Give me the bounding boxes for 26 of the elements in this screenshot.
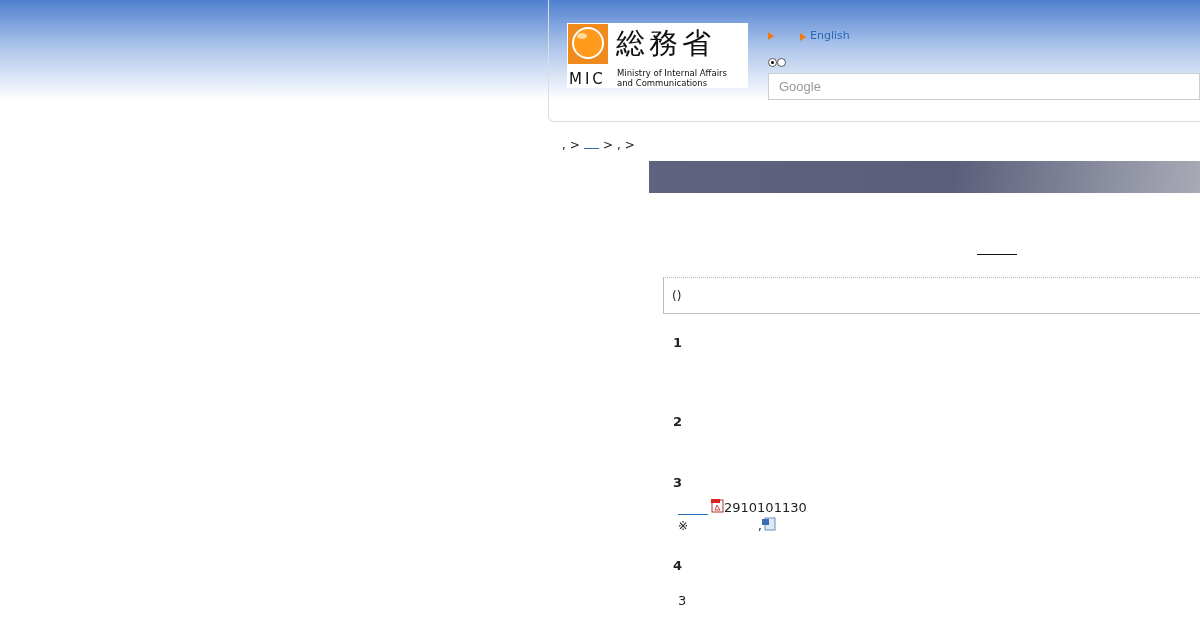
document-number: 2910101130 <box>724 500 807 515</box>
breadcrumb-separator: > <box>624 138 635 152</box>
breadcrumb-separator: , <box>616 138 621 152</box>
note-text: , <box>758 519 762 533</box>
pdf-file-icon <box>710 499 724 513</box>
page-link[interactable] <box>977 253 1017 255</box>
breadcrumb-separator: > <box>602 138 613 152</box>
breadcrumb-separator: , <box>562 138 566 152</box>
logo-abbreviation: MIC <box>569 71 606 87</box>
note-mark: ※ <box>678 519 689 533</box>
logo-subtitle: Ministry of Internal Affairs and Communications <box>617 68 728 88</box>
radio-button[interactable] <box>777 57 786 67</box>
section-heading: 4 <box>673 558 684 574</box>
logo-title: 総務省 <box>616 25 715 61</box>
word-file-icon <box>761 517 776 531</box>
notice-text: () <box>672 288 682 303</box>
ministry-logo[interactable]: 総務省 MIC Ministry of Internal Affairs and Communications <box>567 23 748 88</box>
section-heading: 1 <box>673 335 684 351</box>
search-field[interactable]: Google <box>768 73 1200 100</box>
section-heading: 2 <box>673 414 684 430</box>
section-heading: 3 <box>673 475 684 491</box>
breadcrumb-separator: > <box>569 138 580 152</box>
arrow-icon <box>768 32 774 40</box>
radio-button[interactable] <box>768 57 777 67</box>
body-text: 3 <box>677 592 688 608</box>
sun-icon <box>568 24 608 64</box>
